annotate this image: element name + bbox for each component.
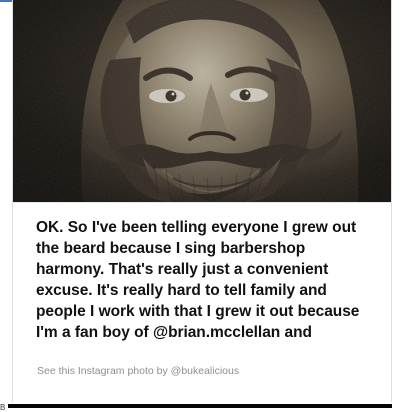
photo-illustration: [13, 0, 391, 202]
instagram-caption: OK. So I've been telling everyone I grew…: [36, 219, 360, 341]
caption-area: OK. So I've been telling everyone I grew…: [13, 202, 391, 402]
instagram-embed-card[interactable]: OK. So I've been telling everyone I grew…: [12, 0, 392, 402]
bearded-man-photo[interactable]: [13, 0, 391, 202]
instagram-embed-page: OK. So I've been telling everyone I grew…: [0, 0, 409, 412]
instagram-attribution-link[interactable]: See this Instagram photo by @bukealiciou…: [37, 365, 239, 378]
partial-page-text: B: [0, 403, 6, 412]
bottom-divider-bar: [8, 404, 392, 408]
